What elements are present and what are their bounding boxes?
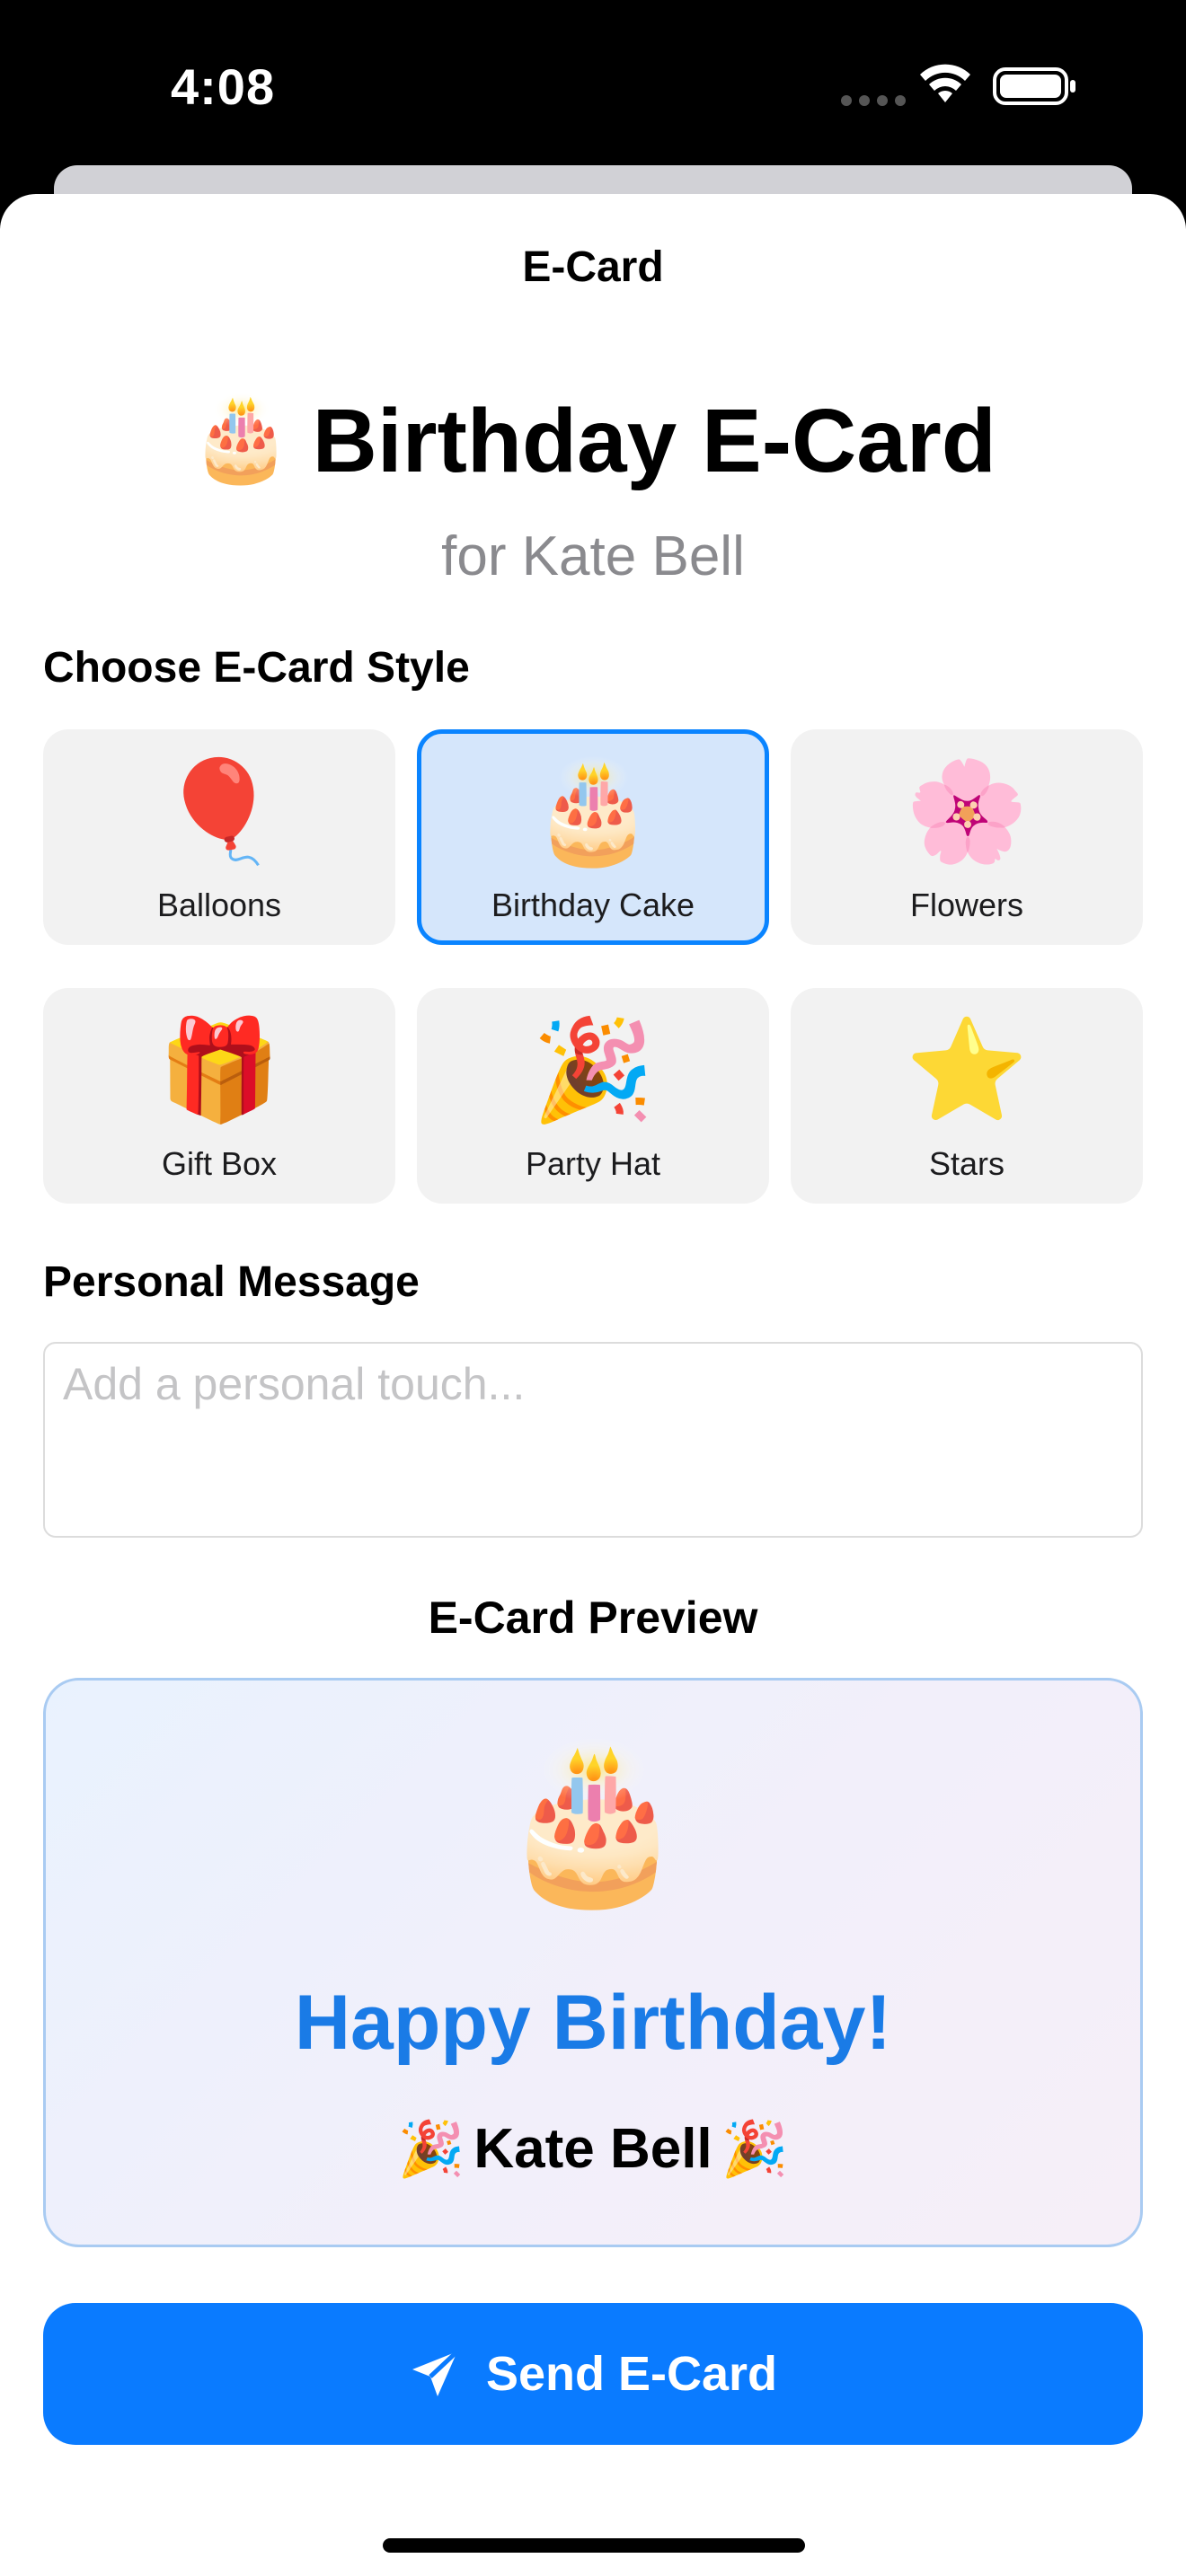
style-option-party-hat[interactable]: 🎉 Party Hat	[417, 988, 769, 1204]
message-section-label: Personal Message	[43, 1258, 420, 1306]
preview-heading: Happy Birthday!	[294, 1980, 892, 2066]
wifi-icon	[920, 64, 970, 102]
star-icon: ⭐	[905, 1015, 1029, 1125]
send-button-label: Send E-Card	[485, 2347, 778, 2401]
personal-message-input[interactable]	[45, 1344, 1141, 1536]
status-bar: 4:08	[0, 0, 1186, 171]
style-option-stars[interactable]: ⭐ Stars	[791, 988, 1143, 1204]
page-title-text: Birthday E-Card	[312, 391, 996, 491]
party-popper-icon: 🎉	[397, 2119, 465, 2179]
party-popper-icon: 🎉	[531, 1015, 655, 1125]
style-option-label: Birthday Cake	[491, 887, 695, 923]
page-title: 🎂 Birthday E-Card	[0, 390, 1186, 493]
style-grid: 🎈 Balloons 🎂 Birthday Cake 🌸 Flowers 🎁 G…	[43, 729, 1143, 1204]
cake-icon: 🎂	[190, 393, 293, 484]
style-option-balloons[interactable]: 🎈 Balloons	[43, 729, 395, 945]
ecard-preview: 🎂 Happy Birthday! 🎉 Kate Bell 🎉	[43, 1678, 1143, 2247]
flower-icon: 🌸	[905, 756, 1029, 867]
style-option-label: Stars	[928, 1145, 1005, 1182]
style-section-label: Choose E-Card Style	[43, 644, 470, 692]
style-option-gift-box[interactable]: 🎁 Gift Box	[43, 988, 395, 1204]
recipient-subtitle: for Kate Bell	[441, 525, 745, 587]
personal-message-field[interactable]	[43, 1342, 1143, 1538]
paper-plane-icon	[412, 2350, 459, 2396]
style-option-flowers[interactable]: 🌸 Flowers	[791, 729, 1143, 945]
cake-icon: 🎂	[498, 1737, 688, 1908]
battery-icon	[993, 67, 1075, 105]
style-option-birthday-cake[interactable]: 🎂 Birthday Cake	[417, 729, 769, 945]
party-popper-icon: 🎉	[721, 2119, 789, 2179]
cake-icon: 🎂	[531, 756, 655, 867]
cellular-signal-icon	[841, 95, 906, 106]
send-ecard-button[interactable]: Send E-Card	[43, 2303, 1143, 2445]
preview-recipient: 🎉 Kate Bell 🎉	[46, 2117, 1140, 2181]
preview-recipient-name: Kate Bell	[474, 2118, 712, 2180]
status-time: 4:08	[171, 58, 276, 115]
gift-icon: 🎁	[157, 1015, 281, 1125]
preview-section-label: E-Card Preview	[428, 1592, 758, 1643]
balloon-icon: 🎈	[157, 756, 281, 867]
home-indicator[interactable]	[383, 2538, 805, 2553]
style-option-label: Flowers	[909, 887, 1024, 923]
style-option-label: Balloons	[156, 887, 282, 923]
style-option-label: Party Hat	[525, 1145, 661, 1182]
style-option-label: Gift Box	[161, 1145, 278, 1182]
nav-title: E-Card	[522, 243, 664, 291]
